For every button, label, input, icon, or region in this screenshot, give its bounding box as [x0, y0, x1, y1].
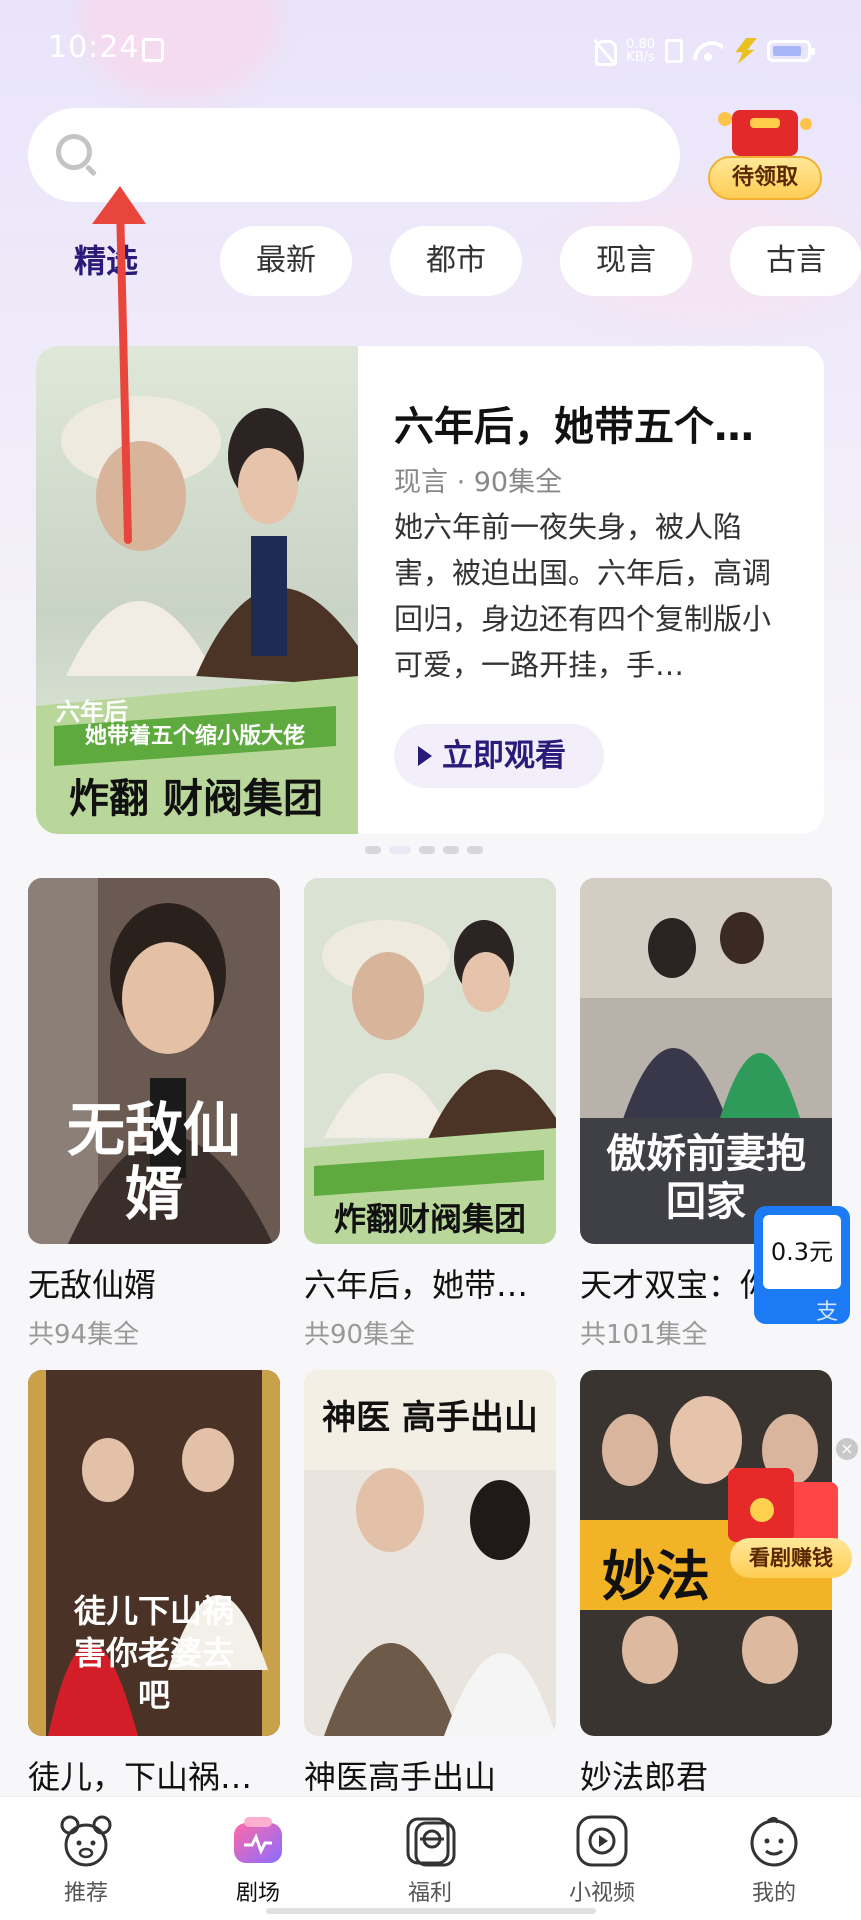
video-play-icon [574, 1813, 630, 1869]
search-bar[interactable] [28, 108, 680, 202]
carousel-dot [467, 846, 483, 854]
close-icon[interactable]: × [836, 1438, 858, 1460]
drama-poster[interactable]: 徒儿下山祸害你老婆去吧 [28, 1370, 280, 1736]
nfc-icon [665, 39, 683, 63]
nav-label: 小视频 [568, 1881, 635, 1906]
tab-modern-romance[interactable]: 现言 [560, 226, 692, 296]
poster-text: 炸翻 财阀集团 [69, 776, 323, 822]
drama-card[interactable]: 神医 高手出山 神医高手出山 [304, 1370, 556, 1798]
net-speed: 0.80 KB/s [626, 38, 655, 64]
price-label: 0.3元 [763, 1215, 841, 1289]
red-envelope-icon [728, 1468, 794, 1542]
drama-episode-count: 共90集全 [304, 1320, 416, 1350]
nav-theater[interactable]: 剧场 [198, 1813, 318, 1907]
drama-episode-count: 共94集全 [28, 1320, 140, 1350]
poster-text: 她带着五个缩小版大佬 [84, 724, 305, 749]
price-float-widget[interactable]: 0.3元 支 [754, 1206, 850, 1325]
smile-face-icon [746, 1813, 802, 1869]
status-icons: 0.80 KB/s [592, 36, 815, 66]
alipay-icon: 支 [816, 1300, 839, 1325]
earn-money-label: 看剧赚钱 [730, 1538, 852, 1578]
nav-short-video[interactable]: 小视频 [542, 1813, 662, 1907]
featured-poster[interactable]: 六年后 她带着五个缩小版大佬 炸翻 财阀集团 [36, 346, 358, 834]
nav-label: 福利 [407, 1881, 452, 1906]
search-input[interactable] [108, 128, 648, 182]
carousel-indicator [365, 846, 483, 854]
status-bar: 10:24 0.80 KB/s [0, 0, 861, 100]
tab-selected[interactable]: 精选 [40, 226, 180, 296]
poster-title-art: 炸翻财阀集团 [333, 1200, 526, 1238]
featured-meta: 现言 · 90集全 [394, 467, 563, 498]
featured-title: 六年后，她带五个… [394, 404, 754, 450]
home-indicator[interactable] [266, 1908, 596, 1914]
poster-title-art: 徒儿下山祸害你老婆去吧 [74, 1592, 235, 1714]
reward-label: 待领取 [708, 156, 822, 200]
watch-now-label: 立即观看 [442, 738, 566, 774]
bear-face-icon [58, 1813, 114, 1869]
charging-icon [735, 38, 757, 64]
drama-poster[interactable]: 神医 高手出山 [304, 1370, 556, 1736]
drama-title: 六年后，她带… [304, 1266, 529, 1304]
nav-profile[interactable]: 我的 [714, 1813, 834, 1907]
gift-icon [402, 1813, 458, 1869]
nav-label: 推荐 [63, 1881, 108, 1906]
nav-label: 剧场 [235, 1881, 280, 1906]
carousel-dot [389, 846, 411, 854]
drama-poster[interactable]: 傲娇前妻抱回家 [580, 878, 832, 1244]
net-speed-unit: KB/s [626, 50, 655, 65]
watch-now-button[interactable]: 立即观看 [394, 724, 604, 788]
featured-drama-card[interactable]: 六年后 她带着五个缩小版大佬 炸翻 财阀集团 六年后，她带五个… 现言 · 90… [36, 346, 824, 834]
red-envelope-icon [732, 110, 798, 156]
sim-icon [142, 38, 164, 62]
bottom-navigation: 推荐 剧场 福利 小视频 我的 [0, 1796, 861, 1920]
search-icon[interactable] [56, 134, 92, 170]
drama-card[interactable]: 徒儿下山祸害你老婆去吧 徒儿，下山祸… [28, 1370, 280, 1798]
drama-poster[interactable]: 炸翻财阀集团 [304, 878, 556, 1244]
featured-description: 她六年前一夜失身，被人陷害，被迫出国。六年后，高调回归，身边还有四个复制版小可爱… [394, 510, 772, 682]
drama-title: 徒儿，下山祸… [28, 1758, 253, 1796]
drama-card[interactable]: 炸翻财阀集团 六年后，她带… 共90集全 [304, 878, 556, 1351]
drama-title: 神医高手出山 [304, 1758, 497, 1796]
play-icon [418, 746, 432, 766]
carousel-dot [443, 846, 459, 854]
tab-urban[interactable]: 都市 [390, 226, 522, 296]
coin-icon [718, 112, 732, 126]
poster-title-art: 无敌仙婿 [66, 1096, 241, 1228]
poster-title-art: 神医 高手出山 [322, 1398, 538, 1438]
drama-title: 无敌仙婿 [28, 1266, 157, 1304]
drama-poster[interactable]: 无敌仙婿 [28, 878, 280, 1244]
nav-label: 我的 [751, 1881, 796, 1906]
battery-icon [767, 40, 815, 62]
category-tabs: 精选 最新 都市 现言 古言 [40, 226, 861, 298]
nav-recommend[interactable]: 推荐 [26, 1813, 146, 1907]
status-time: 10:24 [48, 30, 140, 65]
tab-latest[interactable]: 最新 [220, 226, 352, 296]
mute-icon [592, 38, 618, 66]
earn-money-widget[interactable]: × 看剧赚钱 [716, 1438, 861, 1598]
coin-icon [800, 118, 812, 130]
tab-ancient-romance[interactable]: 古言 [730, 226, 861, 296]
theater-icon [230, 1813, 286, 1869]
carousel-dot [419, 846, 435, 854]
wifi-icon [693, 39, 723, 63]
carousel-dot [365, 846, 381, 854]
drama-title: 妙法郎君 [580, 1758, 709, 1796]
nav-welfare[interactable]: 福利 [370, 1813, 490, 1907]
reward-button[interactable]: 待领取 [706, 106, 824, 200]
drama-card[interactable]: 无敌仙婿 无敌仙婿 共94集全 [28, 878, 280, 1351]
